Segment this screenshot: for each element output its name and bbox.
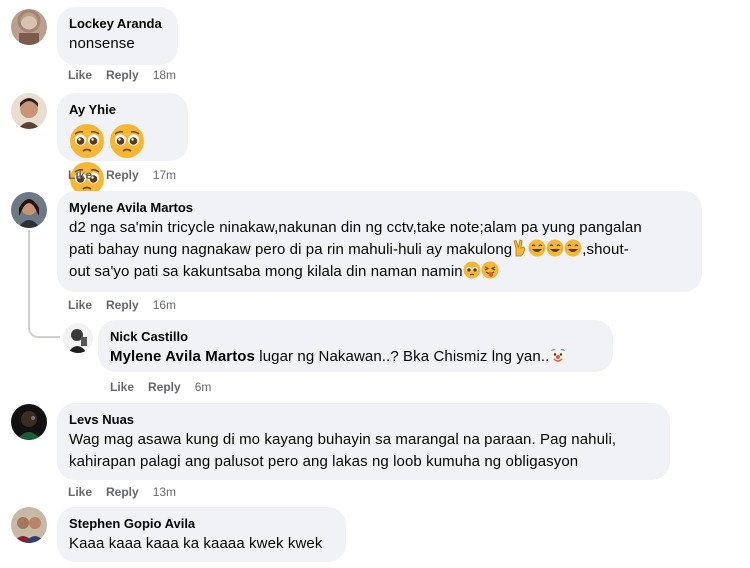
comment-author[interactable]: Lockey Aranda <box>69 15 166 33</box>
victory-hand-icon <box>513 239 526 257</box>
comment-bubble: Levs Nuas Wag mag asawa kung di mo kayan… <box>57 403 670 480</box>
timestamp[interactable]: 16m <box>153 298 176 312</box>
reply-button[interactable]: Reply <box>106 298 139 312</box>
tongue-face-icon <box>481 261 499 279</box>
comment-line-text: pati bahay nung nagnakaw pero di pa rin … <box>69 241 513 258</box>
avatar[interactable] <box>11 404 47 440</box>
avatar[interactable] <box>11 9 47 45</box>
comment-text: d2 nga sa'min tricycle ninakaw,nakunan d… <box>69 217 690 283</box>
like-button[interactable]: Like <box>68 168 92 182</box>
comment-line: out sa'yo pati sa kakuntsaba mong kilala… <box>69 261 690 283</box>
comment-text: Wag mag asawa kung di mo kayang buhayin … <box>69 429 658 473</box>
comment-bubble: Mylene Avila Martos d2 nga sa'min tricyc… <box>57 191 702 292</box>
comment-text: Mylene Avila Martos lugar ng Nakawan..? … <box>110 346 601 368</box>
comment-text: Kaaa kaaa kaaa ka kaaaa kwek kwek <box>69 535 323 552</box>
timestamp[interactable]: 17m <box>153 168 176 182</box>
comment-line: pati bahay nung nagnakaw pero di pa rin … <box>69 239 690 261</box>
comment-actions: Like Reply 6m <box>110 379 225 395</box>
comment-actions: Like Reply 17m <box>68 167 190 183</box>
comment-author[interactable]: Nick Castillo <box>110 328 601 346</box>
timestamp[interactable]: 13m <box>153 485 176 499</box>
comment-line-text: out sa'yo pati sa kakuntsaba mong kilala… <box>69 263 463 280</box>
comment-line: d2 nga sa'min tricycle ninakaw,nakunan d… <box>69 219 642 236</box>
avatar[interactable] <box>11 192 47 228</box>
avatar[interactable] <box>63 323 93 353</box>
comment-actions: Like Reply 16m <box>68 297 190 313</box>
avatar[interactable] <box>11 507 47 543</box>
comment-line: Wag mag asawa kung di mo kayang buhayin … <box>69 431 617 448</box>
comment-bubble: Ay Yhie <box>57 93 188 196</box>
comment-line-text: ,shout- <box>582 241 629 258</box>
comment-author[interactable]: Stephen Gopio Avila <box>69 515 334 533</box>
comment-author[interactable]: Ay Yhie <box>69 101 176 119</box>
avatar[interactable] <box>11 93 47 129</box>
pleading-face-icon <box>110 124 145 158</box>
emoji-row <box>69 123 176 199</box>
like-button[interactable]: Like <box>68 298 92 312</box>
like-button[interactable]: Like <box>68 68 92 82</box>
comment-actions: Like Reply 18m <box>68 67 190 83</box>
comment-text: nonsense <box>69 35 135 52</box>
joy-face-icon <box>528 239 546 257</box>
reply-button[interactable]: Reply <box>106 68 139 82</box>
pleading-face-icon <box>463 261 481 279</box>
reply-button[interactable]: Reply <box>148 380 181 394</box>
comment-line: kahirapan palagi ang palusot pero ang la… <box>69 453 579 470</box>
timestamp[interactable]: 18m <box>153 68 176 82</box>
comment-actions: Like Reply 13m <box>68 484 190 500</box>
joy-face-icon <box>546 239 564 257</box>
reply-button[interactable]: Reply <box>106 485 139 499</box>
reply-button[interactable]: Reply <box>106 168 139 182</box>
joy-face-icon <box>564 239 582 257</box>
pleading-face-icon <box>70 124 104 158</box>
clown-face-icon <box>550 348 566 364</box>
comment-bubble: Nick Castillo Mylene Avila Martos lugar … <box>98 320 613 372</box>
reply-thread-line <box>28 230 60 338</box>
comment-bubble: Lockey Aranda nonsense <box>57 7 178 65</box>
comment-author[interactable]: Levs Nuas <box>69 411 658 429</box>
mention-link[interactable]: Mylene Avila Martos <box>110 348 255 365</box>
comment-bubble: Stephen Gopio Avila Kaaa kaaa kaaa ka ka… <box>57 507 346 562</box>
comment-author[interactable]: Mylene Avila Martos <box>69 199 690 217</box>
like-button[interactable]: Like <box>68 485 92 499</box>
comment-text-body: lugar ng Nakawan..? Bka Chismiz lng yan.… <box>255 348 550 365</box>
like-button[interactable]: Like <box>110 380 134 394</box>
timestamp[interactable]: 6m <box>195 380 212 394</box>
